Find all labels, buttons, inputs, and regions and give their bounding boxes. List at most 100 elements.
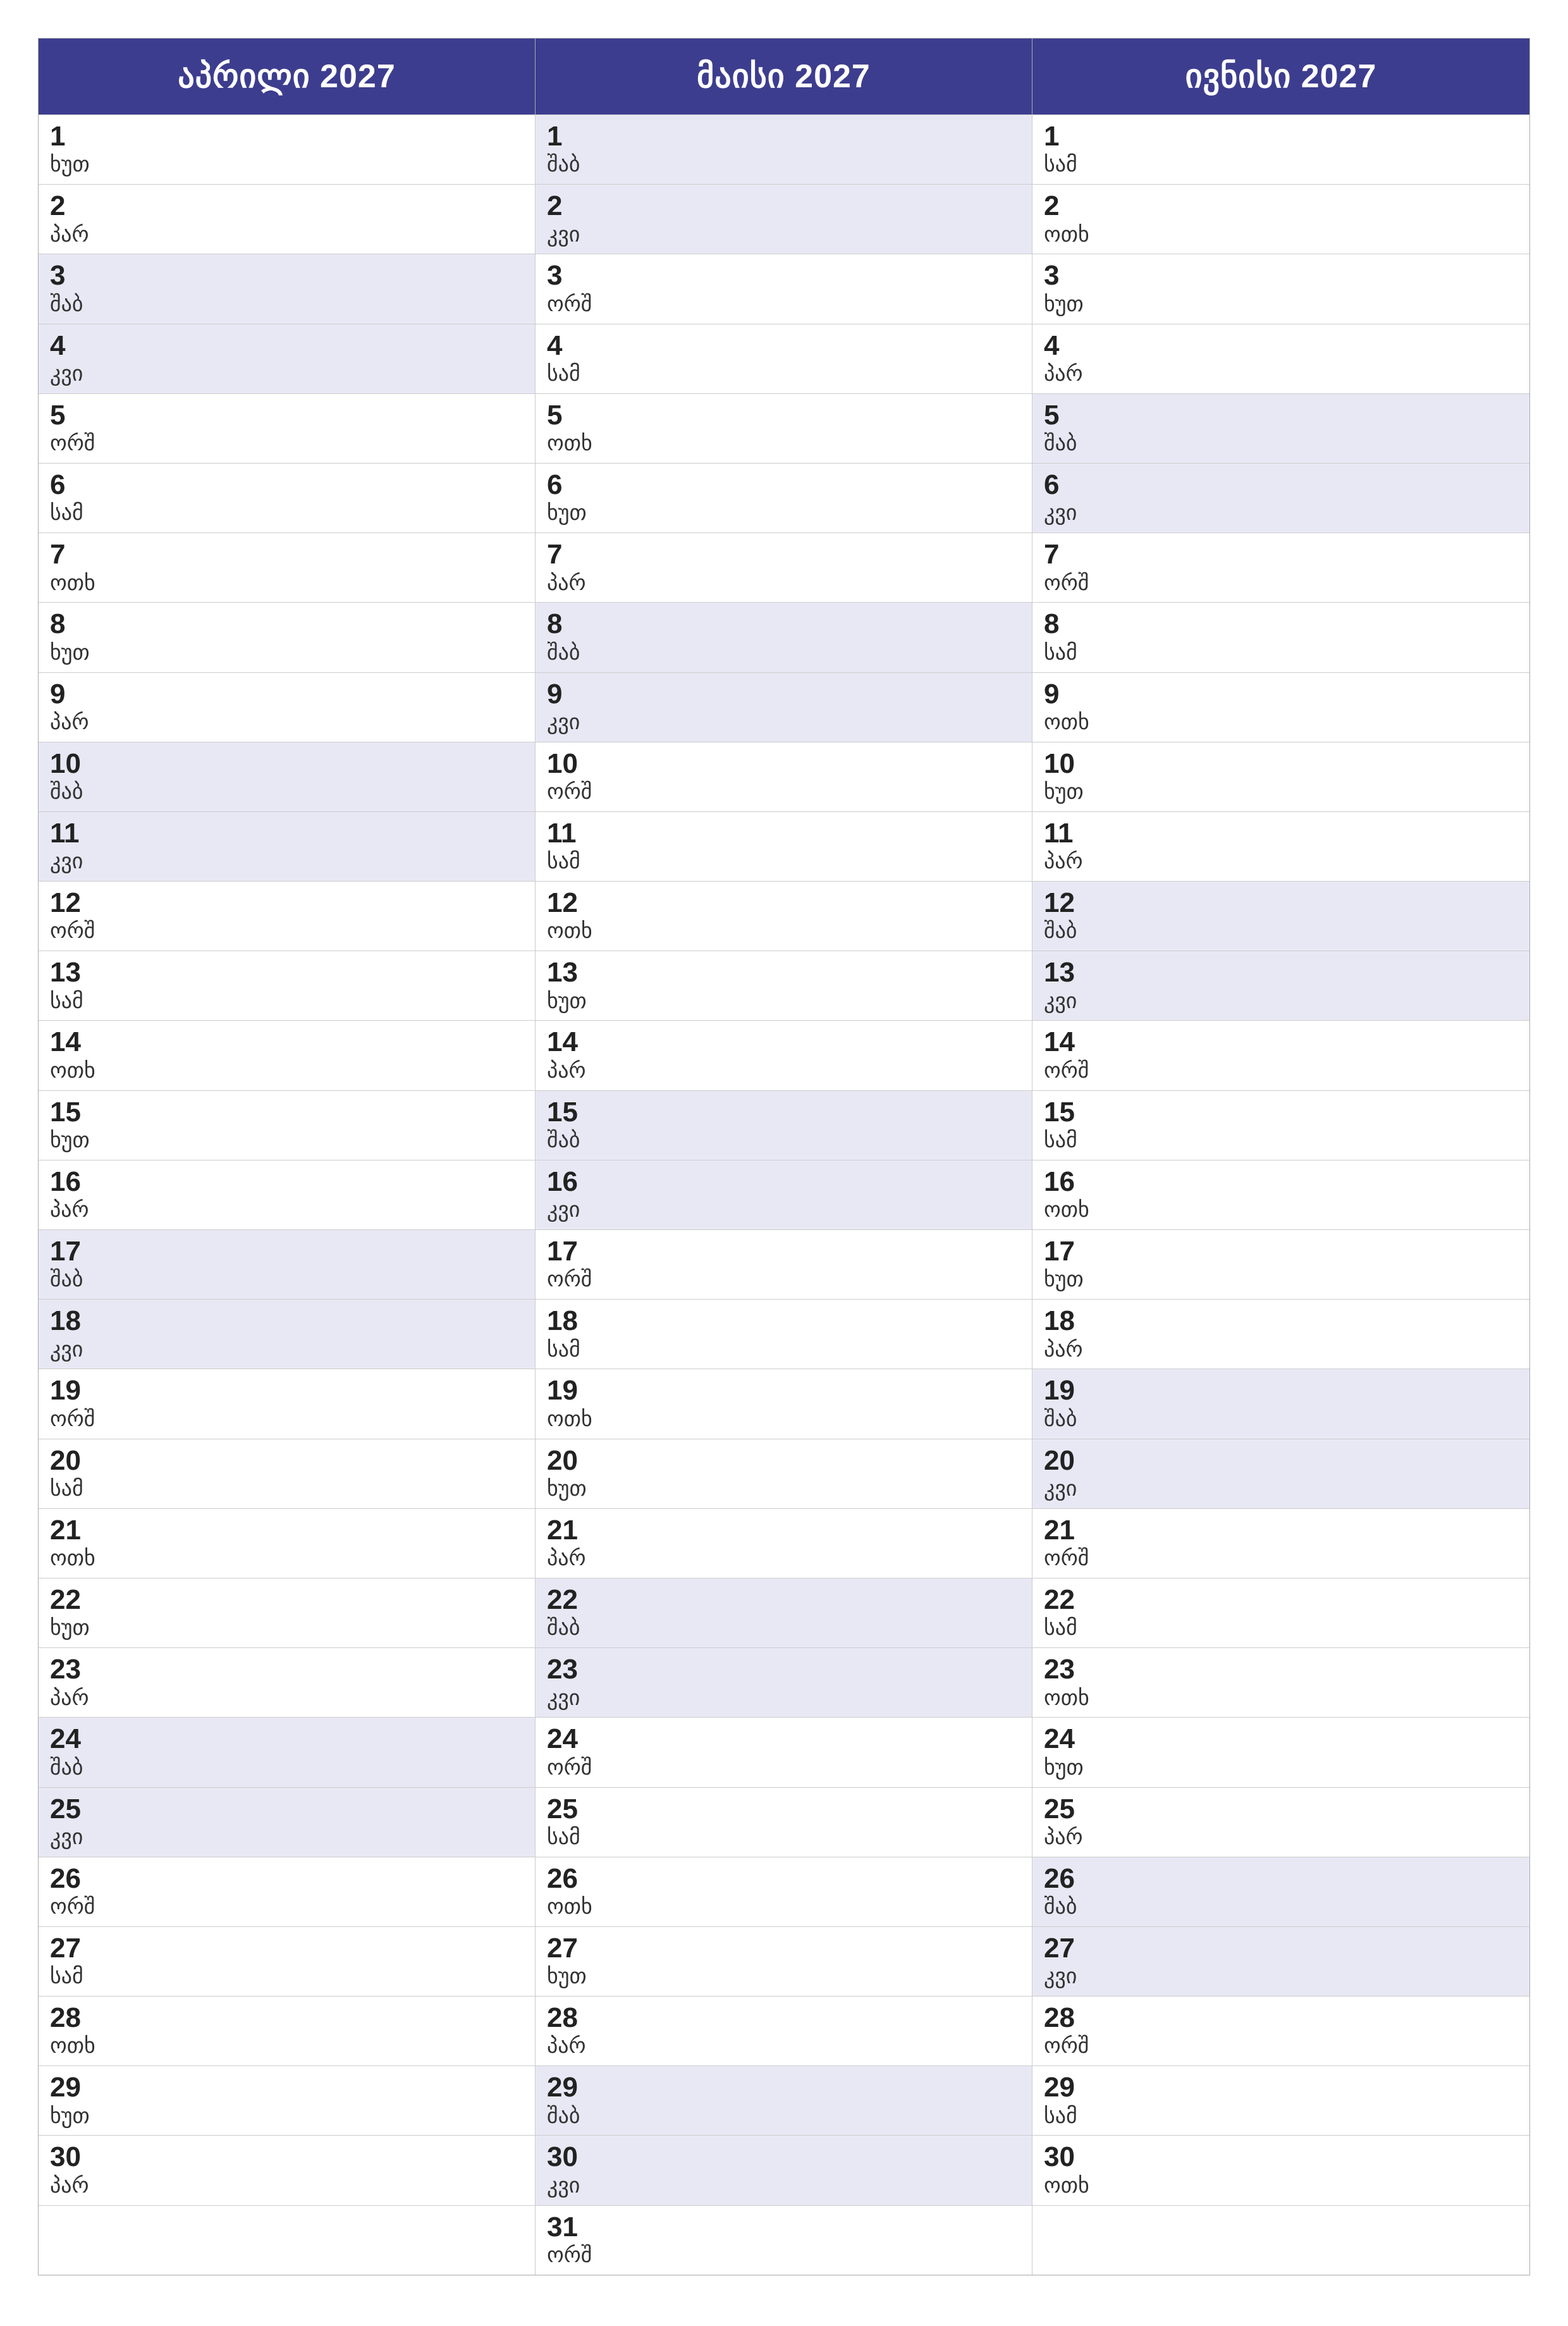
month-header-1: მაისი 2027 <box>536 39 1032 114</box>
day-cell-m0-d19: 19ორშ <box>39 1369 536 1438</box>
day-number-m1-d13: 13 <box>547 957 1020 988</box>
day-number-m1-d24: 24 <box>547 1724 1020 1754</box>
day-name-m1-d28: პარ <box>547 2033 1020 2059</box>
day-name-m0-d29: ხუთ <box>50 2103 524 2129</box>
day-name-m2-d30: ოთხ <box>1044 2173 1518 2199</box>
day-cell-m1-d27: 27ხუთ <box>536 1926 1032 1996</box>
day-cell-m0-d13: 13სამ <box>39 951 536 1020</box>
day-name-m2-d21: ორშ <box>1044 1546 1518 1572</box>
day-number-m2-d21: 21 <box>1044 1515 1518 1546</box>
day-cell-m1-d8: 8შაბ <box>536 602 1032 672</box>
day-cell-m2-d10: 10ხუთ <box>1032 742 1529 811</box>
day-cell-m0-d22: 22ხუთ <box>39 1578 536 1647</box>
day-name-m2-d1: სამ <box>1044 152 1518 178</box>
day-name-m0-d9: პარ <box>50 710 524 735</box>
day-name-m2-d10: ხუთ <box>1044 779 1518 805</box>
day-name-m2-d4: პარ <box>1044 361 1518 387</box>
day-cell-m0-d25: 25კვი <box>39 1787 536 1857</box>
day-cell-m2-d25: 25პარ <box>1032 1787 1529 1857</box>
day-number-m1-d16: 16 <box>547 1167 1020 1197</box>
day-name-m2-d14: ორშ <box>1044 1058 1518 1084</box>
day-number-m2-d29: 29 <box>1044 2072 1518 2103</box>
day-number-m1-d9: 9 <box>547 679 1020 710</box>
day-name-m0-d23: პარ <box>50 1685 524 1711</box>
day-cell-m2-d6: 6კვი <box>1032 463 1529 532</box>
day-name-m1-d5: ოთხ <box>547 431 1020 457</box>
day-number-m2-d19: 19 <box>1044 1375 1518 1406</box>
day-cell-m2-d28: 28ორშ <box>1032 1996 1529 2065</box>
day-cell-m1-d13: 13ხუთ <box>536 951 1032 1020</box>
day-number-m1-d30: 30 <box>547 2142 1020 2172</box>
day-number-m2-d3: 3 <box>1044 261 1518 291</box>
day-name-m2-d8: სამ <box>1044 640 1518 666</box>
day-cell-m1-d7: 7პარ <box>536 532 1032 602</box>
day-number-m1-d25: 25 <box>547 1794 1020 1824</box>
day-cell-m1-d17: 17ორშ <box>536 1229 1032 1299</box>
day-cell-m0-d2: 2პარ <box>39 184 536 254</box>
day-cell-m2-d2: 2ოთხ <box>1032 184 1529 254</box>
day-cell-m2-d21: 21ორშ <box>1032 1508 1529 1578</box>
day-name-m0-d8: ხუთ <box>50 640 524 666</box>
day-cell-m0-d11: 11კვი <box>39 811 536 881</box>
day-number-m1-d4: 4 <box>547 331 1020 361</box>
day-name-m0-d16: პარ <box>50 1197 524 1223</box>
day-name-m0-d2: პარ <box>50 222 524 248</box>
day-number-m2-d1: 1 <box>1044 121 1518 152</box>
day-number-m0-d8: 8 <box>50 609 524 639</box>
day-number-m0-d26: 26 <box>50 1864 524 1894</box>
day-name-m0-d27: სამ <box>50 1964 524 1990</box>
day-cell-m1-d26: 26ოთხ <box>536 1857 1032 1926</box>
day-cell-m0-d21: 21ოთხ <box>39 1508 536 1578</box>
day-cell-m0-d28: 28ოთხ <box>39 1996 536 2065</box>
day-name-m0-d20: სამ <box>50 1476 524 1502</box>
empty-cell-m2-d31 <box>1032 2205 1529 2275</box>
day-cell-m1-d18: 18სამ <box>536 1299 1032 1369</box>
day-number-m1-d27: 27 <box>547 1933 1020 1964</box>
day-number-m0-d15: 15 <box>50 1097 524 1128</box>
day-name-m1-d27: ხუთ <box>547 1964 1020 1990</box>
day-number-m1-d31: 31 <box>547 2212 1020 2243</box>
day-name-m1-d1: შაბ <box>547 152 1020 178</box>
day-number-m0-d21: 21 <box>50 1515 524 1546</box>
day-number-m0-d30: 30 <box>50 2142 524 2172</box>
day-number-m2-d17: 17 <box>1044 1236 1518 1267</box>
day-name-m2-d26: შაბ <box>1044 1894 1518 1920</box>
day-cell-m0-d23: 23პარ <box>39 1647 536 1717</box>
day-number-m1-d7: 7 <box>547 539 1020 570</box>
day-number-m0-d9: 9 <box>50 679 524 710</box>
day-number-m2-d24: 24 <box>1044 1724 1518 1754</box>
day-number-m0-d10: 10 <box>50 749 524 779</box>
day-name-m2-d27: კვი <box>1044 1964 1518 1990</box>
day-cell-m1-d1: 1შაბ <box>536 114 1032 184</box>
day-name-m0-d13: სამ <box>50 988 524 1014</box>
day-number-m1-d3: 3 <box>547 261 1020 291</box>
month-header-2: ივნისი 2027 <box>1032 39 1529 114</box>
day-cell-m2-d9: 9ოთხ <box>1032 672 1529 742</box>
day-cell-m1-d3: 3ორშ <box>536 254 1032 323</box>
day-number-m0-d18: 18 <box>50 1306 524 1336</box>
day-cell-m1-d31: 31ორშ <box>536 2205 1032 2275</box>
day-number-m2-d18: 18 <box>1044 1306 1518 1336</box>
day-name-m1-d21: პარ <box>547 1546 1020 1572</box>
day-cell-m2-d30: 30ოთხ <box>1032 2135 1529 2205</box>
day-name-m2-d5: შაბ <box>1044 431 1518 457</box>
day-number-m1-d15: 15 <box>547 1097 1020 1128</box>
day-name-m2-d15: სამ <box>1044 1128 1518 1154</box>
day-cell-m1-d28: 28პარ <box>536 1996 1032 2065</box>
day-number-m2-d11: 11 <box>1044 818 1518 849</box>
day-number-m2-d7: 7 <box>1044 539 1518 570</box>
day-cell-m1-d29: 29შაბ <box>536 2065 1032 2135</box>
day-name-m1-d9: კვი <box>547 710 1020 735</box>
day-number-m0-d2: 2 <box>50 191 524 221</box>
day-number-m1-d29: 29 <box>547 2072 1020 2103</box>
day-cell-m0-d8: 8ხუთ <box>39 602 536 672</box>
day-name-m1-d22: შაბ <box>547 1615 1020 1641</box>
day-number-m0-d28: 28 <box>50 2003 524 2033</box>
day-number-m0-d6: 6 <box>50 470 524 500</box>
day-cell-m1-d24: 24ორშ <box>536 1717 1032 1787</box>
day-cell-m0-d26: 26ორშ <box>39 1857 536 1926</box>
day-name-m1-d30: კვი <box>547 2173 1020 2199</box>
day-name-m0-d6: სამ <box>50 500 524 526</box>
day-name-m1-d11: სამ <box>547 849 1020 875</box>
day-number-m0-d24: 24 <box>50 1724 524 1754</box>
